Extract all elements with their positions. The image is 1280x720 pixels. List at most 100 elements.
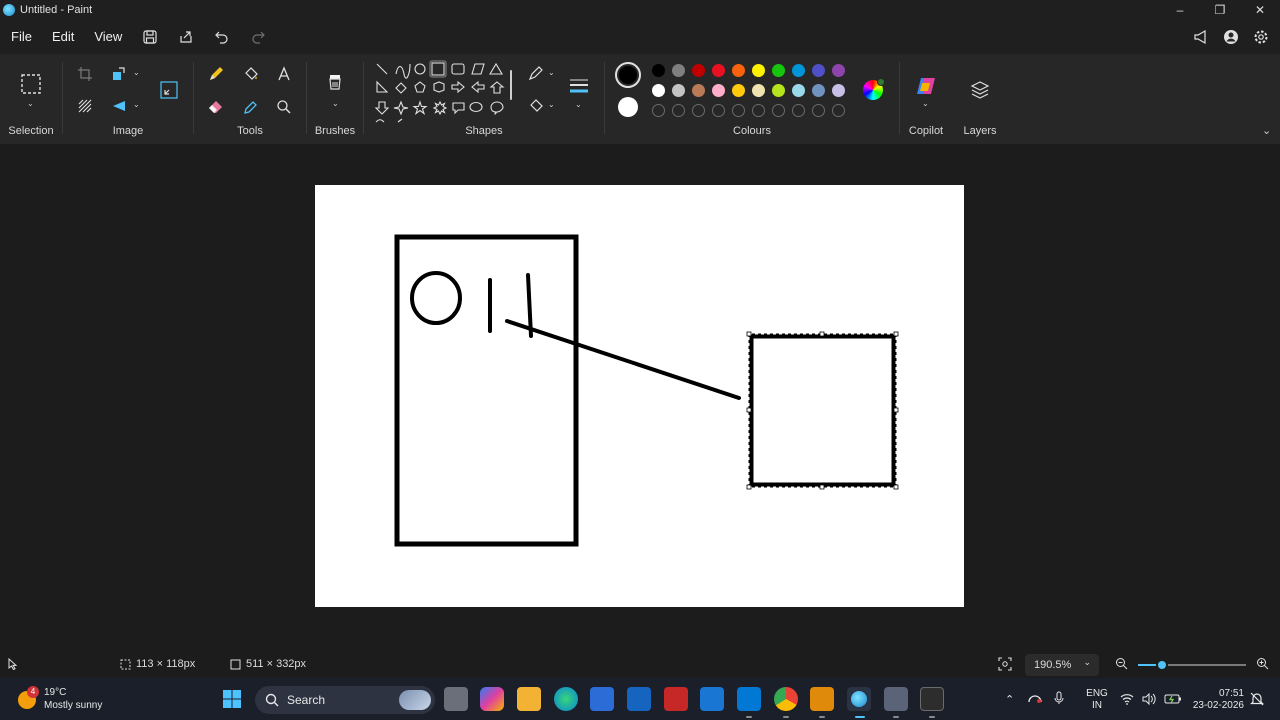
terminal-button[interactable] — [920, 687, 944, 711]
taskbar-clock[interactable]: 07:51 23-02-2026 — [1186, 688, 1244, 712]
copilot-dropdown-icon[interactable]: ⌄ — [922, 99, 929, 108]
close-button[interactable]: ✕ — [1240, 0, 1280, 20]
palette-swatch[interactable] — [652, 64, 665, 77]
copilot-taskbar-button[interactable] — [480, 687, 504, 711]
snipping-tool-button[interactable] — [884, 687, 908, 711]
magnifier-button[interactable] — [272, 95, 296, 119]
palette-swatch[interactable] — [832, 64, 845, 77]
eraser-button[interactable] — [204, 95, 228, 119]
restore-button[interactable]: ❐ — [1200, 0, 1240, 20]
drawing-canvas[interactable] — [315, 185, 964, 607]
rotate-button[interactable] — [107, 62, 131, 86]
custom-colour-slot[interactable] — [812, 104, 825, 117]
shapes-gallery[interactable] — [372, 60, 512, 124]
quick-settings-button[interactable] — [1120, 678, 1182, 720]
resize-button[interactable] — [157, 78, 181, 102]
flip-dropdown-icon[interactable]: ⌄ — [133, 100, 140, 109]
microphone-icon[interactable] — [1054, 691, 1064, 708]
palette-swatch[interactable] — [712, 64, 725, 77]
palette-swatch[interactable] — [832, 84, 845, 97]
custom-colour-slot[interactable] — [652, 104, 665, 117]
feedback-button[interactable] — [1188, 23, 1214, 51]
palette-swatch[interactable] — [732, 84, 745, 97]
zoom-out-button[interactable] — [1115, 657, 1128, 670]
fit-to-window-button[interactable] — [998, 657, 1012, 671]
mcafee-tray-icon[interactable] — [1028, 692, 1042, 707]
copilot-button[interactable] — [914, 74, 938, 98]
outline-button[interactable] — [524, 62, 548, 86]
vscode-blue-app-button[interactable] — [627, 687, 651, 711]
palette-swatch[interactable] — [772, 64, 785, 77]
show-hidden-icons-button[interactable]: ⌃ — [1005, 693, 1014, 706]
text-button[interactable] — [272, 62, 296, 86]
canvas-drawing[interactable] — [315, 185, 964, 607]
selection-handles[interactable] — [746, 331, 899, 490]
palette-swatch[interactable] — [732, 64, 745, 77]
palette-swatch[interactable] — [752, 84, 765, 97]
paint-taskbar-button[interactable] — [847, 687, 871, 711]
menu-edit[interactable]: Edit — [42, 23, 84, 51]
select-tool-button[interactable] — [19, 72, 43, 96]
palette-swatch[interactable] — [672, 84, 685, 97]
palette-swatch[interactable] — [692, 64, 705, 77]
edit-colours-button[interactable] — [863, 78, 885, 100]
undo-button[interactable] — [204, 23, 240, 51]
input-language-indicator[interactable]: ENG IN — [1084, 688, 1110, 712]
fill-style-button[interactable] — [524, 94, 548, 118]
palette-swatch[interactable] — [712, 84, 725, 97]
settings-button[interactable] — [1248, 23, 1274, 51]
palette-swatch[interactable] — [812, 84, 825, 97]
menu-view[interactable]: View — [84, 23, 132, 51]
chrome-button[interactable] — [774, 687, 798, 711]
custom-colour-slot[interactable] — [712, 104, 725, 117]
vscode-button[interactable] — [737, 687, 761, 711]
selection-marquee[interactable] — [748, 333, 897, 488]
start-button[interactable] — [220, 687, 244, 711]
palette-swatch[interactable] — [672, 64, 685, 77]
palette-swatch[interactable] — [772, 84, 785, 97]
palette-swatch[interactable] — [652, 84, 665, 97]
custom-colour-slot[interactable] — [772, 104, 785, 117]
minimize-button[interactable]: – — [1160, 0, 1200, 20]
account-button[interactable] — [1218, 23, 1244, 51]
layers-button[interactable] — [968, 78, 992, 102]
palette-swatch[interactable] — [792, 64, 805, 77]
zoom-slider-thumb[interactable] — [1155, 659, 1168, 671]
primary-color-button[interactable] — [615, 62, 641, 88]
pencil-button[interactable] — [204, 62, 228, 86]
collapse-ribbon-icon[interactable]: ⌄ — [1262, 124, 1271, 137]
remove-background-button[interactable] — [73, 94, 97, 118]
secondary-color-button[interactable] — [618, 97, 638, 117]
menu-file[interactable]: File — [1, 23, 42, 51]
shapes-scrollbar[interactable] — [510, 70, 512, 100]
fill-button[interactable] — [239, 62, 263, 86]
sublime-text-button[interactable] — [810, 687, 834, 711]
zoom-level-select[interactable]: 190.5% ⌄ — [1025, 654, 1099, 676]
custom-colour-slot[interactable] — [672, 104, 685, 117]
crop-button[interactable] — [73, 62, 97, 86]
custom-colour-slot[interactable] — [692, 104, 705, 117]
file-explorer-button[interactable] — [517, 687, 541, 711]
custom-colour-slot[interactable] — [832, 104, 845, 117]
microsoft-store-button[interactable] — [590, 687, 614, 711]
custom-colour-slot[interactable] — [792, 104, 805, 117]
taskbar-search[interactable]: Search — [255, 686, 435, 714]
fill-style-dropdown-icon[interactable]: ⌄ — [548, 100, 555, 109]
outlook-button[interactable] — [700, 687, 724, 711]
edge-browser-button[interactable] — [554, 687, 578, 711]
custom-colour-slot[interactable] — [752, 104, 765, 117]
line-size-button[interactable] — [567, 74, 591, 98]
brushes-dropdown-icon[interactable]: ⌄ — [332, 99, 339, 108]
notifications-button[interactable] — [1250, 678, 1264, 720]
palette-swatch[interactable] — [692, 84, 705, 97]
palette-swatch[interactable] — [812, 64, 825, 77]
flip-button[interactable] — [107, 94, 131, 118]
select-dropdown-icon[interactable]: ⌄ — [27, 99, 34, 108]
palette-swatch[interactable] — [752, 64, 765, 77]
share-button[interactable] — [168, 23, 204, 51]
task-view-button[interactable] — [444, 687, 468, 711]
redo-button[interactable] — [240, 23, 276, 51]
brushes-button[interactable] — [323, 72, 347, 96]
save-button[interactable] — [132, 23, 168, 51]
weather-widget[interactable]: 4 19°C Mostly sunny — [16, 686, 102, 712]
